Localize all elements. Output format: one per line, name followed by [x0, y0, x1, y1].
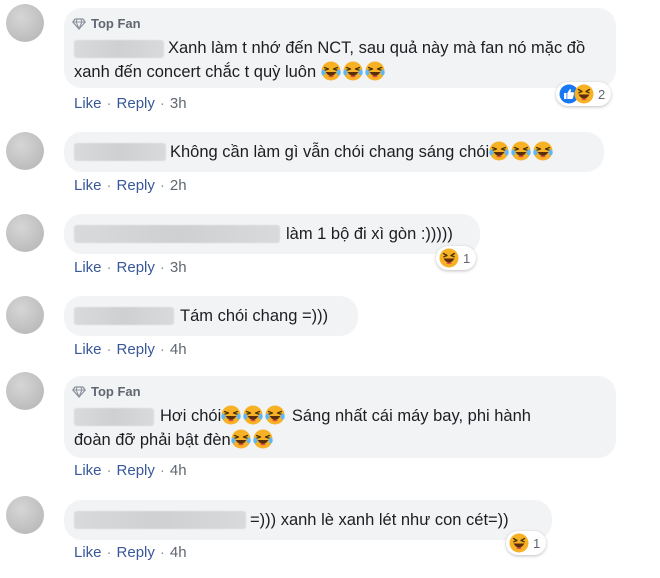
- avatar[interactable]: [6, 214, 44, 252]
- cry-laugh-icon: [243, 405, 263, 425]
- comment-text-line2: xanh đến concert chắc t quỳ luôn: [74, 60, 387, 84]
- timestamp[interactable]: 4h: [170, 341, 187, 358]
- comment-bubble: =))) xanh lè xanh lét như con cét=)): [64, 500, 552, 540]
- separator: ·: [106, 259, 112, 276]
- reaction-count: 1: [533, 535, 541, 551]
- comment-text: Không cần làm gì vẫn chói chang sáng chó…: [170, 143, 490, 161]
- comment-bubble: Top Fan Hơi chói Sáng nhất cái máy bay, …: [64, 376, 616, 458]
- comment-actions: Like · Reply · 4h: [74, 462, 187, 479]
- separator: ·: [106, 95, 112, 112]
- cry-laugh-icon: [511, 141, 531, 161]
- separator: ·: [106, 341, 112, 358]
- avatar[interactable]: [6, 4, 44, 42]
- like-button[interactable]: Like: [74, 259, 102, 276]
- cry-laugh-icon: [533, 141, 553, 161]
- separator: ·: [106, 544, 112, 561]
- reaction-count: 1: [463, 250, 471, 266]
- like-button[interactable]: Like: [74, 95, 102, 112]
- cry-laugh-icon: [343, 61, 363, 81]
- comment-text-line2: đoàn đỡ phải bật đèn: [74, 428, 275, 452]
- cry-laugh-icon: [265, 405, 285, 425]
- diamond-icon: [72, 386, 86, 398]
- commenter-name[interactable]: [74, 40, 164, 58]
- reactions-badge[interactable]: 1: [436, 246, 477, 270]
- comment-text-line1: Xanh làm t nhớ đến NCT, sau quả này mà f…: [168, 39, 586, 57]
- cry-laugh-icon: [489, 141, 509, 161]
- comment-bubble: làm 1 bộ đi xì gòn :))))): [64, 214, 480, 254]
- avatar[interactable]: [6, 372, 44, 410]
- top-fan-label: Top Fan: [91, 16, 141, 31]
- reaction-count: 2: [598, 86, 606, 102]
- diamond-icon: [72, 18, 86, 30]
- cry-laugh-icon: [231, 429, 251, 449]
- comment-text: xanh đến concert chắc t quỳ luôn: [74, 63, 317, 81]
- reply-button[interactable]: Reply: [117, 544, 155, 561]
- reply-button[interactable]: Reply: [117, 95, 155, 112]
- commenter-name[interactable]: [74, 408, 154, 426]
- top-fan-badge: Top Fan: [72, 384, 141, 399]
- comment-text: Sáng nhất cái máy bay, phi hành: [287, 407, 531, 425]
- separator: ·: [159, 462, 165, 479]
- separator: ·: [106, 462, 112, 479]
- separator: ·: [159, 259, 165, 276]
- comment-text: Tám chói chang =))): [180, 307, 329, 325]
- reactions-badge[interactable]: 2: [556, 82, 612, 106]
- cry-laugh-icon: [221, 405, 241, 425]
- cry-laugh-icon: [253, 429, 273, 449]
- avatar[interactable]: [6, 496, 44, 534]
- comment-bubble: Top Fan Xanh làm t nhớ đến NCT, sau quả …: [64, 8, 616, 88]
- timestamp[interactable]: 3h: [170, 259, 187, 276]
- comment-actions: Like · Reply · 4h: [74, 341, 187, 358]
- like-button[interactable]: Like: [74, 544, 102, 561]
- commenter-name[interactable]: [74, 143, 166, 161]
- comment-text: Hơi chói: [160, 407, 222, 425]
- separator: ·: [159, 177, 165, 194]
- separator: ·: [159, 341, 165, 358]
- commenter-name[interactable]: [74, 307, 174, 325]
- top-fan-label: Top Fan: [91, 384, 141, 399]
- comment-text-line: Không cần làm gì vẫn chói chang sáng chó…: [170, 140, 555, 164]
- comment-actions: Like · Reply · 3h: [74, 95, 187, 112]
- comment-actions: Like · Reply · 2h: [74, 177, 187, 194]
- reactions-badge[interactable]: 1: [506, 531, 547, 555]
- timestamp[interactable]: 4h: [170, 462, 187, 479]
- timestamp[interactable]: 4h: [170, 544, 187, 561]
- comment-text: đoàn đỡ phải bật đèn: [74, 431, 231, 449]
- timestamp[interactable]: 3h: [170, 95, 187, 112]
- separator: ·: [159, 95, 165, 112]
- like-button[interactable]: Like: [74, 341, 102, 358]
- comment-text-line1: Hơi chói Sáng nhất cái máy bay, phi hành: [160, 404, 531, 428]
- separator: ·: [159, 544, 165, 561]
- cry-laugh-icon: [321, 61, 341, 81]
- top-fan-badge: Top Fan: [72, 16, 141, 31]
- laugh-icon: [439, 248, 459, 268]
- avatar[interactable]: [6, 296, 44, 334]
- reply-button[interactable]: Reply: [117, 177, 155, 194]
- commenter-name[interactable]: [74, 225, 280, 243]
- reply-button[interactable]: Reply: [117, 341, 155, 358]
- comment-bubble: Không cần làm gì vẫn chói chang sáng chó…: [64, 132, 604, 172]
- avatar[interactable]: [6, 132, 44, 170]
- laugh-icon: [509, 533, 529, 553]
- comment-bubble: Tám chói chang =))): [64, 296, 358, 336]
- timestamp[interactable]: 2h: [170, 177, 187, 194]
- comment-actions: Like · Reply · 3h: [74, 259, 187, 276]
- reply-button[interactable]: Reply: [117, 462, 155, 479]
- separator: ·: [106, 177, 112, 194]
- comment-text: =))) xanh lè xanh lét như con cét=)): [250, 511, 509, 529]
- comment-text: làm 1 bộ đi xì gòn :))))): [286, 225, 453, 243]
- like-button[interactable]: Like: [74, 462, 102, 479]
- laugh-icon: [574, 84, 594, 104]
- like-button[interactable]: Like: [74, 177, 102, 194]
- commenter-name[interactable]: [74, 511, 246, 529]
- comment-actions: Like · Reply · 4h: [74, 544, 187, 561]
- reply-button[interactable]: Reply: [117, 259, 155, 276]
- cry-laugh-icon: [365, 61, 385, 81]
